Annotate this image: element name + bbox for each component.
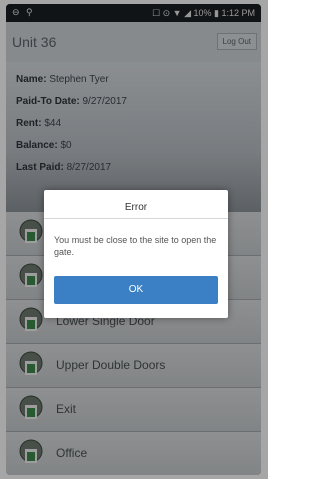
dialog-divider xyxy=(44,218,228,219)
dialog-title: Error xyxy=(124,202,148,213)
ok-button[interactable]: OK xyxy=(54,276,218,304)
dialog-message: You must be close to the site to open th… xyxy=(54,235,217,257)
error-dialog: Error You must be close to the site to o… xyxy=(44,190,228,318)
